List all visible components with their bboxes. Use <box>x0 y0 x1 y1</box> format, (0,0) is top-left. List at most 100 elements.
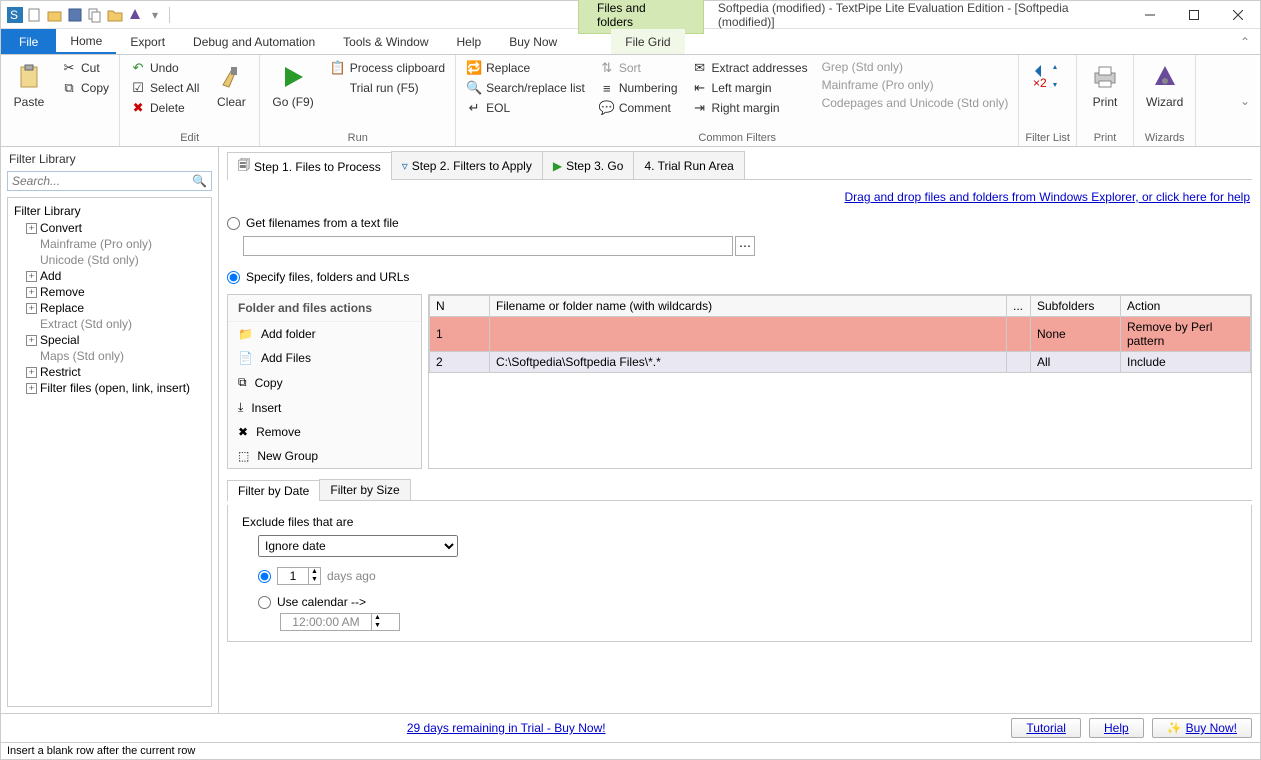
action-insert[interactable]: ⤓Insert <box>228 395 421 420</box>
tree-item[interactable]: Extract (Std only) <box>10 316 209 332</box>
expand-icon[interactable]: + <box>26 383 37 394</box>
print-button[interactable]: Print <box>1083 59 1127 130</box>
minimize-button[interactable] <box>1128 1 1172 29</box>
qat-dropdown-icon[interactable]: ▾ <box>147 7 163 23</box>
time-spinner[interactable]: ▲▼ <box>280 613 400 631</box>
tab-filter-date[interactable]: Filter by Date <box>227 480 320 501</box>
tree-item[interactable]: +Add <box>10 268 209 284</box>
col-action[interactable]: Action <box>1121 296 1251 317</box>
table-cell[interactable]: None <box>1031 317 1121 352</box>
tab-tools[interactable]: Tools & Window <box>329 29 442 54</box>
col-sub[interactable]: Subfolders <box>1031 296 1121 317</box>
expand-icon[interactable]: + <box>26 223 37 234</box>
tree-item[interactable]: Unicode (Std only) <box>10 252 209 268</box>
action-add-files[interactable]: 📄Add Files <box>228 346 421 370</box>
spin-up-icon[interactable]: ▲ <box>309 568 320 576</box>
table-cell[interactable]: C:\Softpedia\Softpedia Files\*.* <box>490 352 1007 373</box>
tab-export[interactable]: Export <box>116 29 179 54</box>
expand-icon[interactable]: + <box>26 335 37 346</box>
table-cell[interactable] <box>1007 352 1031 373</box>
cut-button[interactable]: ✂Cut <box>57 59 113 77</box>
folder-icon[interactable] <box>107 7 123 23</box>
radio-days-ago[interactable] <box>258 570 271 583</box>
tree-item[interactable]: +Special <box>10 332 209 348</box>
table-row[interactable]: 2C:\Softpedia\Softpedia Files\*.* AllIncl… <box>430 352 1251 373</box>
tab-file[interactable]: File <box>1 29 56 54</box>
days-spinner[interactable]: ▲▼ <box>277 567 321 585</box>
drag-drop-help-link[interactable]: Drag and drop files and folders from Win… <box>844 190 1250 204</box>
action-add-folder[interactable]: 📁Add folder <box>228 322 421 346</box>
action-new-group[interactable]: ⬚New Group <box>228 444 421 468</box>
tab-step4[interactable]: 4. Trial Run Area <box>633 151 744 179</box>
tree-item[interactable]: +Convert <box>10 220 209 236</box>
tab-buy[interactable]: Buy Now <box>495 29 571 54</box>
search-icon[interactable]: 🔍 <box>188 174 211 188</box>
tab-help[interactable]: Help <box>443 29 496 54</box>
textfile-path-input[interactable] <box>243 236 733 256</box>
undo-button[interactable]: ↶Undo <box>126 59 203 77</box>
tutorial-button[interactable]: Tutorial <box>1011 718 1081 738</box>
tree-item[interactable]: +Replace <box>10 300 209 316</box>
tree-item[interactable]: +Remove <box>10 284 209 300</box>
sort-button[interactable]: ⇅Sort <box>595 59 682 77</box>
save-icon[interactable] <box>67 7 83 23</box>
days-input[interactable] <box>278 568 308 584</box>
action-copy[interactable]: ⧉Copy <box>228 370 421 395</box>
table-cell[interactable]: 1 <box>430 317 490 352</box>
app-icon[interactable]: S <box>7 7 23 23</box>
comment-button[interactable]: 💬Comment <box>595 99 682 117</box>
tab-step2[interactable]: ▿Step 2. Filters to Apply <box>391 151 543 179</box>
open-icon[interactable] <box>47 7 63 23</box>
trial-link[interactable]: 29 days remaining in Trial - Buy Now! <box>407 721 606 735</box>
expand-icon[interactable]: + <box>26 367 37 378</box>
left-margin-button[interactable]: ⇤Left margin <box>688 79 812 97</box>
col-name[interactable]: Filename or folder name (with wildcards) <box>490 296 1007 317</box>
copy-button[interactable]: ⧉Copy <box>57 79 113 97</box>
table-row[interactable]: 1NoneRemove by Perl pattern <box>430 317 1251 352</box>
expand-icon[interactable]: + <box>26 303 37 314</box>
tab-step3[interactable]: ▶Step 3. Go <box>542 151 635 179</box>
spin-down-icon[interactable]: ▼ <box>309 576 320 584</box>
time-up-icon[interactable]: ▲ <box>372 614 383 622</box>
table-cell[interactable] <box>490 317 1007 352</box>
filter-list-button[interactable]: ×2 <box>1025 59 1069 130</box>
expand-icon[interactable]: + <box>26 287 37 298</box>
clear-button[interactable]: Clear <box>209 59 253 130</box>
wizard-hat-icon[interactable] <box>127 7 143 23</box>
new-icon[interactable] <box>27 7 43 23</box>
trial-run-button[interactable]: Trial run (F5) <box>326 79 449 97</box>
eol-button[interactable]: ↵EOL <box>462 99 589 117</box>
table-cell[interactable] <box>1007 317 1031 352</box>
tree-item[interactable]: Maps (Std only) <box>10 348 209 364</box>
tab-home[interactable]: Home <box>56 29 116 54</box>
paste-button[interactable]: Paste <box>7 59 51 130</box>
tree-item[interactable]: +Restrict <box>10 364 209 380</box>
delete-button[interactable]: ✖Delete <box>126 99 203 117</box>
col-n[interactable]: N <box>430 296 490 317</box>
radio-textfile[interactable] <box>227 217 240 230</box>
action-remove[interactable]: ✖Remove <box>228 420 421 444</box>
tree-item[interactable]: +Filter files (open, link, insert) <box>10 380 209 396</box>
time-down-icon[interactable]: ▼ <box>372 622 383 630</box>
process-clipboard-button[interactable]: 📋Process clipboard <box>326 59 449 77</box>
radio-calendar[interactable] <box>258 596 271 609</box>
close-button[interactable] <box>1216 1 1260 29</box>
search-replace-button[interactable]: 🔍Search/replace list <box>462 79 589 97</box>
copy-icon[interactable] <box>87 7 103 23</box>
table-cell[interactable]: 2 <box>430 352 490 373</box>
extract-button[interactable]: ✉Extract addresses <box>688 59 812 77</box>
replace-button[interactable]: 🔁Replace <box>462 59 589 77</box>
collapse-ribbon-icon[interactable]: ⌃ <box>1230 29 1260 54</box>
radio-specify[interactable] <box>227 271 240 284</box>
time-input[interactable] <box>281 614 371 630</box>
tree-item[interactable]: Mainframe (Pro only) <box>10 236 209 252</box>
maximize-button[interactable] <box>1172 1 1216 29</box>
right-margin-button[interactable]: ⇥Right margin <box>688 99 812 117</box>
help-button[interactable]: Help <box>1089 718 1144 738</box>
tab-filegrid[interactable]: File Grid <box>611 29 684 54</box>
col-dots[interactable]: ... <box>1007 296 1031 317</box>
expand-icon[interactable]: + <box>26 271 37 282</box>
table-cell[interactable]: All <box>1031 352 1121 373</box>
table-cell[interactable]: Include <box>1121 352 1251 373</box>
numbering-button[interactable]: ≡Numbering <box>595 79 682 97</box>
